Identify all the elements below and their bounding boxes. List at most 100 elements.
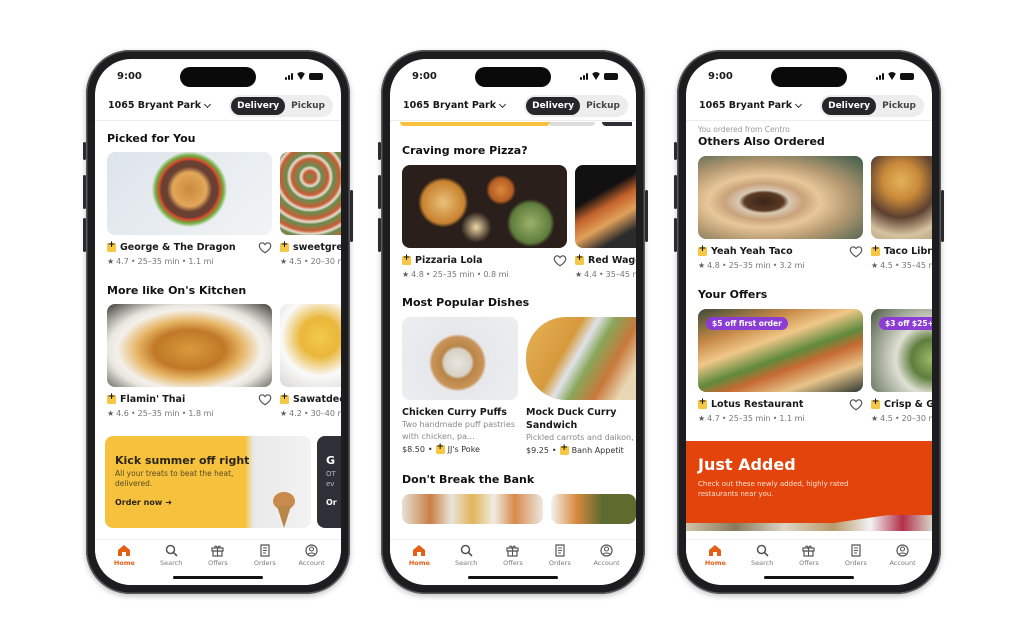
eta: 25–35 min	[137, 409, 180, 418]
store-card[interactable]: Pizzaria Lola ★4.8 • 25–35 min • 0.8 mi	[402, 165, 567, 279]
delivery-pickup-toggle: Delivery Pickup	[524, 94, 628, 117]
store-name: Yeah Yeah Taco	[711, 246, 793, 257]
store-card[interactable]: George & The Dragon ★4.7 • 25–35 min • 1…	[107, 152, 272, 266]
signal-icon	[285, 72, 293, 80]
dish-description: Two handmade puff pastries with chicken,…	[402, 420, 515, 441]
order-now-link[interactable]: Order now ➜	[115, 498, 172, 507]
carousel[interactable]: George & The Dragon ★4.7 • 25–35 min • 1…	[95, 152, 341, 266]
dashpass-icon	[871, 244, 880, 256]
dashpass-icon	[107, 240, 116, 252]
carousel[interactable]	[390, 494, 636, 524]
heart-icon[interactable]	[849, 398, 863, 412]
dashpass-icon	[280, 240, 289, 252]
home-indicator	[173, 575, 263, 579]
search-icon	[756, 544, 769, 557]
home-indicator	[468, 575, 558, 579]
rating: 4.2	[289, 409, 302, 418]
carousel[interactable]: Chicken Curry Puffs Two handmade puff pa…	[390, 317, 636, 455]
star-icon: ★	[698, 414, 706, 423]
store-card[interactable]: Red Wagon ★4.4 • 35–45 min	[575, 165, 636, 279]
promo-card[interactable]: Kick summer off right All your treats to…	[105, 436, 311, 528]
store-card[interactable]: Yeah Yeah Taco ★4.8 • 25–35 min • 3.2 mi	[698, 156, 863, 270]
nav-home[interactable]: Home	[695, 544, 735, 585]
carousel[interactable]: Pizzaria Lola ★4.8 • 25–35 min • 0.8 mi …	[390, 165, 636, 279]
offer-card[interactable]: $5 off first order Lotus Restaurant ★4.7…	[698, 309, 863, 423]
carousel[interactable]: Flamin' Thai ★4.6 • 25–35 min • 1.8 mi S…	[95, 304, 341, 418]
address-label: 1065 Bryant Park	[699, 100, 793, 111]
dish-card[interactable]: Chicken Curry Puffs Two handmade puff pa…	[402, 317, 518, 455]
address-selector[interactable]: 1065 Bryant Park	[108, 100, 212, 111]
gift-icon	[506, 545, 520, 557]
receipt-icon	[555, 544, 565, 557]
carousel[interactable]: Yeah Yeah Taco ★4.8 • 25–35 min • 3.2 mi…	[686, 156, 932, 270]
nav-home[interactable]: Home	[399, 544, 439, 585]
wifi-icon	[296, 72, 306, 80]
store-card[interactable]: sweetgreen ★4.5 • 20–30 min	[280, 152, 341, 266]
dish-description: Pickled carrots and daikon, cucumber, gr…	[526, 433, 636, 442]
chevron-down-icon	[794, 100, 803, 108]
nav-label: Home	[113, 559, 135, 567]
heart-icon[interactable]	[258, 393, 272, 407]
carousel[interactable]: $5 off first order Lotus Restaurant ★4.7…	[686, 309, 932, 423]
section-title: Your Offers	[698, 288, 768, 301]
rating: 4.8	[707, 261, 720, 270]
eta: 35–45 min	[605, 270, 636, 279]
battery-icon	[309, 72, 323, 80]
ice-cream-image	[271, 492, 297, 528]
heart-icon[interactable]	[849, 245, 863, 259]
promo-carousel[interactable]: Kick summer off right All your treats to…	[95, 436, 341, 528]
search-icon	[460, 544, 473, 557]
just-added-banner[interactable]: Just Added Check out these newly added, …	[686, 441, 932, 531]
heart-icon[interactable]	[553, 254, 567, 268]
delivery-tab[interactable]: Delivery	[526, 96, 581, 115]
just-added-title: Just Added	[698, 455, 796, 474]
rating: 4.4	[584, 270, 597, 279]
phone-2: 9:00 1065 Bryant Park Delivery Pickup Cr…	[378, 50, 648, 594]
status-time: 9:00	[117, 70, 142, 82]
nav-account[interactable]: Account	[883, 544, 923, 585]
delivery-tab[interactable]: Delivery	[822, 96, 877, 115]
eta: 30–40 min	[310, 409, 341, 418]
address-selector[interactable]: 1065 Bryant Park	[699, 100, 803, 111]
eta: 20–30 min	[310, 257, 341, 266]
dish-card[interactable]: Mock Duck Curry Sandwich Pickled carrots…	[526, 317, 636, 455]
pickup-tab[interactable]: Pickup	[285, 97, 331, 115]
rating: 4.6	[116, 409, 129, 418]
dish-name: Chicken Curry Puffs	[402, 407, 507, 418]
account-icon	[600, 544, 613, 557]
banh-mi-photo: $5 off first order	[698, 309, 863, 392]
eta: 25–35 min	[432, 270, 475, 279]
curry-puffs-photo	[402, 317, 518, 400]
store-name: Flamin' Thai	[120, 394, 186, 405]
promo-card-next[interactable]: G OT ev Or	[317, 436, 341, 528]
nav-home[interactable]: Home	[104, 544, 144, 585]
chevron-down-icon	[203, 100, 212, 108]
store-card[interactable]: Flamin' Thai ★4.6 • 25–35 min • 1.8 mi	[107, 304, 272, 418]
feed[interactable]: Picked for You George & The Dragon ★4.7 …	[95, 122, 341, 543]
offer-card[interactable]: $3 off $25+ Crisp & Green ★4.5 • 20–30 m…	[871, 309, 932, 423]
nav-account[interactable]: Account	[587, 544, 627, 585]
dashpass-icon	[107, 392, 116, 404]
section-title: Picked for You	[107, 132, 196, 145]
nav-label: Orders	[253, 559, 276, 567]
store-name: Crisp & Green	[884, 399, 932, 410]
section-title: Don't Break the Bank	[402, 473, 535, 486]
pickup-tab[interactable]: Pickup	[580, 97, 626, 115]
star-icon: ★	[402, 270, 410, 279]
dashpass-icon	[871, 397, 880, 409]
pickup-tab[interactable]: Pickup	[876, 97, 922, 115]
address-selector[interactable]: 1065 Bryant Park	[403, 100, 507, 111]
feed[interactable]: Craving more Pizza? Pizzaria Lola ★4.8 •…	[390, 122, 636, 543]
status-time: 9:00	[412, 70, 437, 82]
taco-photo	[871, 156, 932, 239]
store-name: Sawatdee	[293, 394, 341, 405]
heart-icon[interactable]	[258, 241, 272, 255]
delivery-tab[interactable]: Delivery	[231, 96, 286, 115]
store-card[interactable]: Sawatdee ★4.2 • 30–40 min	[280, 304, 341, 418]
feed[interactable]: You ordered from Centro Others Also Orde…	[686, 122, 932, 543]
nav-account[interactable]: Account	[292, 544, 332, 585]
nav-label: Search	[160, 559, 183, 567]
star-icon: ★	[698, 261, 706, 270]
signal-icon	[876, 72, 884, 80]
store-card[interactable]: Taco Libre ★4.5 • 35–45 min	[871, 156, 932, 270]
